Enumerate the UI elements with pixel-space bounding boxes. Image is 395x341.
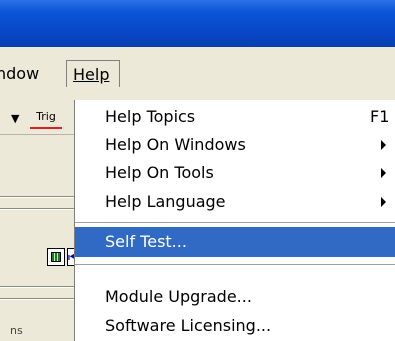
menu-item-label: Help Topics [105, 107, 196, 126]
menu-item-help-on-tools[interactable]: Help On Tools [75, 158, 395, 188]
menu-item-label: Software Licensing... [105, 316, 272, 335]
calculator-button[interactable] [47, 248, 65, 266]
calculator-icon [51, 252, 61, 262]
help-dropdown-menu: Help Topics F1 Help On Windows Help On T… [74, 100, 395, 341]
menu-item-self-test[interactable]: Self Test... [75, 227, 395, 257]
divider [0, 286, 74, 288]
menu-item-help-language[interactable]: Help Language [75, 187, 395, 217]
toolbar: ▼ Trig [0, 100, 74, 135]
menu-item-label: Help On Tools [105, 163, 214, 182]
status-text: ns [10, 324, 23, 337]
menu-separator [75, 264, 395, 265]
menu-item-label: Help Language [105, 192, 226, 211]
window-titlebar [0, 0, 395, 47]
menu-window[interactable]: ndow [0, 60, 39, 87]
app-background-panel: ▼ Trig ⏮ ns [0, 100, 79, 341]
menu-item-help-topics[interactable]: Help Topics F1 [75, 102, 395, 132]
menu-separator [75, 222, 395, 223]
menu-item-label: Self Test... [105, 232, 187, 251]
submenu-arrow-icon [381, 197, 386, 207]
menu-item-help-on-windows[interactable]: Help On Windows [75, 130, 395, 160]
menu-item-module-upgrade[interactable]: Module Upgrade... [75, 282, 395, 312]
menu-item-label: Help On Windows [105, 135, 246, 154]
divider [0, 298, 74, 300]
trig-button[interactable]: Trig [30, 107, 62, 129]
menu-item-label: Module Upgrade... [105, 287, 252, 306]
menu-help[interactable]: Help [66, 60, 120, 87]
divider [0, 196, 74, 198]
menu-item-shortcut: F1 [370, 107, 390, 126]
dropdown-arrow-icon[interactable]: ▼ [11, 112, 19, 125]
menu-help-label: Help [73, 65, 110, 84]
menu-bar: ndow Help [0, 47, 395, 101]
submenu-arrow-icon [381, 168, 386, 178]
submenu-arrow-icon [381, 140, 386, 150]
menu-item-software-licensing[interactable]: Software Licensing... [75, 311, 395, 341]
divider [0, 208, 74, 210]
skip-back-button[interactable]: ⏮ [67, 248, 79, 266]
